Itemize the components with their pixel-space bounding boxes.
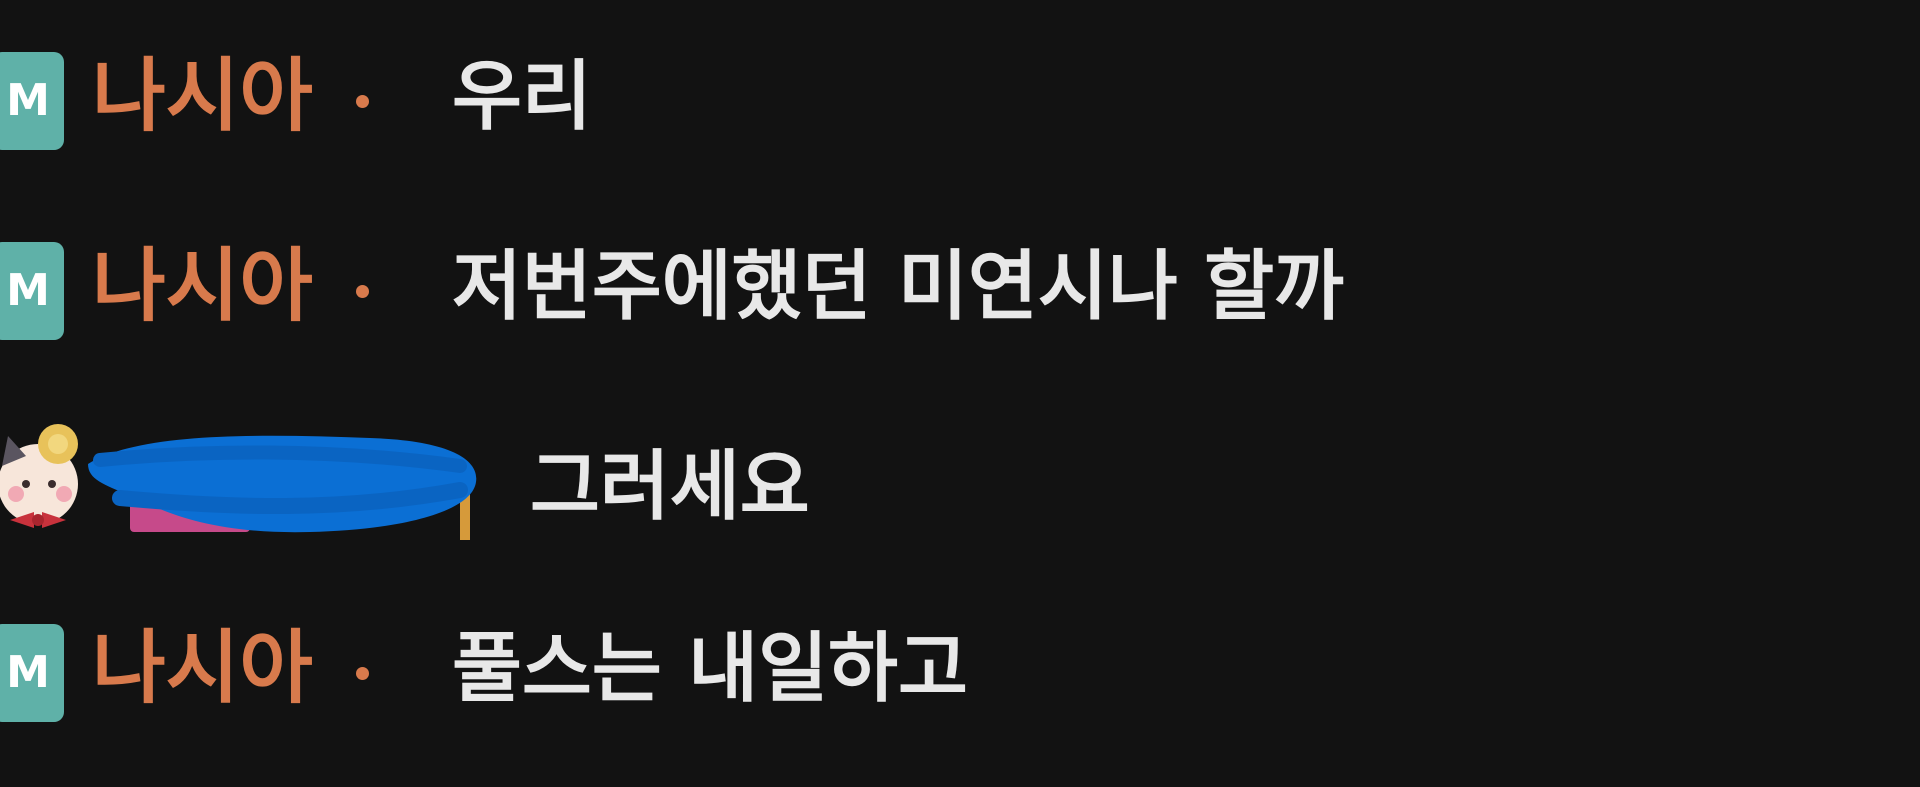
manager-badge-icon: M [0,242,64,340]
manager-badge-icon: M [0,624,64,722]
separator-dot-icon [356,667,369,680]
chat-text: 우리 [452,51,592,141]
chat-nickname[interactable]: 나시아 [92,232,313,342]
chat-text: 그러세요 [530,441,810,531]
separator-dot-icon [356,285,369,298]
chat-message-list: M 나시아 우리 M 나시아 저번주에했던 미연시나 할까 그러세요 M 나시아… [0,0,1920,787]
chat-message: M 나시아 풀스는 내일하고 [0,618,1920,728]
chat-nickname[interactable]: 나시아 [92,42,313,152]
chat-message: M 나시아 우리 [0,46,1920,156]
chat-text: 풀스는 내일하고 [452,623,968,713]
chat-message: 그러세요 [0,414,1920,554]
chat-nickname[interactable]: 나시아 [92,614,313,724]
separator-dot-icon [356,95,369,108]
chat-message: M 나시아 저번주에했던 미연시나 할까 [0,236,1920,346]
manager-badge-icon: M [0,52,64,150]
redacted-nickname-scribble [88,435,477,540]
chat-text: 저번주에했던 미연시나 할까 [452,241,1344,331]
